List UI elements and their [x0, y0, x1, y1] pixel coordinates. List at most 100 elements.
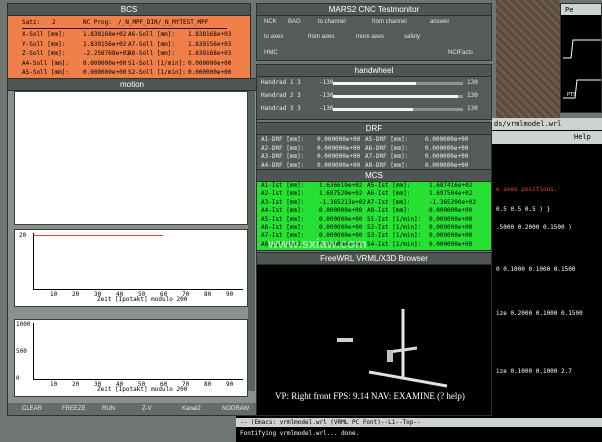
bcs-nc-prog-label: NC Prog: — [83, 19, 112, 26]
drf-value-1: 0.000000e+00 — [317, 153, 361, 160]
mcs-value-1: 1.697520e+02 — [319, 190, 363, 198]
mcs-value-2: 0.000000e+00 — [429, 207, 473, 215]
perf-title: Pe — [565, 6, 574, 14]
tm-button-nck[interactable]: NCK — [261, 17, 280, 27]
handwheel-max: 130 — [467, 105, 478, 112]
mcs-value-1: 0.000000e+00 — [319, 215, 363, 223]
mcs-value-2: 0.000000e+00 — [429, 240, 473, 248]
mcs-value-1: -1.365213e+02 — [319, 198, 366, 206]
motion-button-zv[interactable]: Z-V — [142, 404, 152, 414]
plot1-y-axis — [33, 233, 34, 289]
bcs-row-label-1: Z-Soll [mm]: — [22, 50, 66, 57]
drf-window: DRF A1-DRF [mm]: 0.000000e+00 A5-DRF [mm]:… — [256, 122, 492, 170]
bcs-row-value-2: 0.000000e+00 — [188, 69, 232, 76]
handwheel-label: Handrad 1 3 — [261, 79, 301, 86]
mcs-value-2: 0.000000e+00 — [429, 215, 473, 223]
bcs-title: BCS — [8, 4, 250, 16]
editor-line: e axes positions. — [496, 186, 558, 193]
motion-button-freeze[interactable]: FREEZE — [62, 404, 86, 414]
editor-line: 0.5 0.5 0.5 ) } — [496, 206, 551, 213]
bcs-row-value-1: 1.838168e+02 — [83, 31, 127, 38]
plot1-ytick: 20 — [19, 232, 27, 239]
handwheel-slider[interactable] — [333, 95, 463, 98]
plot2-x-axis — [33, 379, 243, 380]
mcs-value-2: 0.000000e+00 — [429, 232, 473, 240]
editor-line: ize 0.2000 0.1000 0.1500 — [496, 310, 583, 317]
plot2-xtick: 10 — [50, 381, 58, 388]
motion-button-nodraw[interactable]: NODRAW — [222, 404, 249, 414]
bcs-nc-prog-value: /_N_MPF_DIR/_N_MYTEST_MPF — [118, 19, 209, 26]
plot2-frame: 1000 500 0 10 20 30 40 50 60 70 80 90 Zeit [Ipotak… — [14, 319, 248, 397]
bcs-row-value-1: -2.256768e+02 — [83, 50, 130, 57]
tm-button-bag[interactable]: BAG — [285, 17, 304, 27]
plot1-frame: 20 10 20 30 40 50 60 70 80 90 Zeit [Ipotakt] mod… — [14, 229, 248, 307]
editor-help-menu[interactable]: Help — [574, 133, 591, 141]
motion-top-area — [14, 91, 248, 225]
handwheel-max: 130 — [467, 92, 478, 99]
handwheel-min: -130 — [319, 105, 334, 112]
tm-button-more-axes[interactable]: more axes — [353, 32, 387, 42]
tm-button-from-channel[interactable]: from channel — [369, 17, 410, 27]
drf-label-1: A3-DRF [mm]: — [261, 153, 305, 160]
mcs-value-1: 1.636610e+02 — [319, 182, 363, 189]
mcs-label-1: A4-Ist [mm]: — [261, 207, 305, 215]
mcs-label-1: A2-Ist [mm]: — [261, 190, 305, 198]
editor-window: ds/vrmlmodel.wrl Help e axes positions. 0… — [492, 118, 602, 418]
drf-value-1: 0.000000e+00 — [317, 144, 361, 152]
editor-title: ds/vrmlmodel.wrl — [494, 120, 562, 128]
plot2-xtick: 20 — [72, 381, 80, 388]
motion-scrollbar[interactable] — [248, 91, 255, 391]
vrml-window: FreeWRL VRML/X3D Browser VP: Right front… — [256, 252, 492, 416]
drf-label-2: A5-DRF [mm]: — [365, 136, 409, 143]
motion-button-kanal2[interactable]: Kanal2 — [182, 404, 201, 414]
handwheel-max: 130 — [467, 79, 478, 86]
drf-label-2: A8-DRF [mm]: — [365, 161, 409, 169]
mcs-label-2: S3-Ist [1/min]: — [367, 232, 422, 240]
handwheel-slider[interactable] — [333, 82, 463, 85]
bcs-row-value-2: 1.839168e+03 — [188, 50, 232, 57]
plot2-xtick: 90 — [226, 381, 234, 388]
motion-button-run[interactable]: RUN — [102, 404, 115, 414]
drf-label-1: A1-DRF [mm]: — [261, 136, 305, 143]
drf-title: DRF — [257, 123, 491, 135]
handwheel-title: handwheel — [257, 65, 491, 77]
plot2-ytick: 500 — [16, 348, 27, 355]
editor-line: 0 0.1000 0.1000 0.1500 — [496, 266, 576, 273]
bcs-row-value-1: 0.000000e+00 — [83, 69, 127, 76]
plot1-xlabel: Zeit [Ipotakt] modulo 200 — [97, 296, 188, 303]
plot2-xtick: 80 — [204, 381, 212, 388]
tm-button-to-channel[interactable]: to channel — [315, 17, 349, 27]
handwheel-slider-fill — [333, 82, 416, 85]
tm-button-to-axes[interactable]: to axes — [261, 32, 286, 42]
hmc-button[interactable]: HMC — [261, 48, 281, 58]
bcs-row-label-2: S1-Soll [1/min]: — [128, 59, 186, 67]
tm-button-from-axes[interactable]: from axes — [305, 32, 337, 42]
plot1-x-axis — [33, 289, 243, 290]
plot1-xtick: 20 — [72, 291, 80, 298]
plot2-y-axis — [33, 323, 34, 379]
vrml-scene[interactable] — [257, 264, 491, 394]
mcs-label-1: A6-Ist [mm]: — [261, 224, 305, 231]
motion-title: motion — [8, 79, 256, 91]
motion-button-clear[interactable]: CLEAR — [22, 404, 42, 414]
testmonitor-window: MARS2 CNC Testmonitor NCK BAG to channel fr… — [256, 3, 492, 61]
tm-button-answer[interactable]: answer — [427, 17, 452, 27]
tm-button-safety[interactable]: safety — [401, 32, 423, 42]
perf-window: Pe PTS — [560, 3, 602, 113]
bcs-window: BCS Satz: 2 NC Prog: /_N_MPF_DIR/_N_MYTE… — [7, 3, 251, 83]
mcs-label-1: A3-Ist [mm]: — [261, 198, 305, 206]
handwheel-min: -130 — [319, 92, 334, 99]
handwheel-label: Handrad 3 3 — [261, 105, 301, 112]
vrml-status: VP: Right front FPS: 9.14 NAV: EXAMINE (… — [275, 391, 465, 401]
bcs-row-value-2: 1.838168e+03 — [188, 31, 232, 38]
ncifacts-button[interactable]: NCIFacts — [445, 48, 476, 58]
handwheel-slider[interactable] — [333, 108, 463, 111]
mcs-value-2: 1.687416e+02 — [429, 182, 473, 189]
testmonitor-title: MARS2 CNC Testmonitor — [257, 4, 491, 16]
bcs-row-value-1: 0.000000e+00 — [83, 59, 127, 67]
bcs-divider — [22, 28, 227, 29]
mcs-label-1: A5-Ist [mm]: — [261, 215, 305, 223]
handwheel-slider-fill — [333, 95, 458, 98]
handwheel-min: -130 — [319, 79, 334, 86]
handwheel-window: handwheel Handrad 1 3 -130 130 Handrad 2 3 -… — [256, 64, 492, 120]
